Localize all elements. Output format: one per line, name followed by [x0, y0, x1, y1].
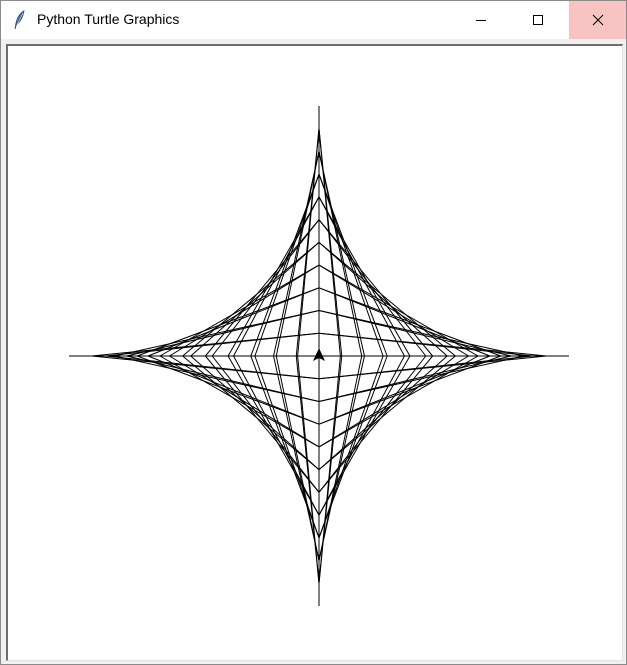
- window-title: Python Turtle Graphics: [37, 11, 180, 27]
- grid-line: [318, 355, 363, 561]
- grid-line: [254, 174, 320, 357]
- astroid-drawing: [69, 106, 569, 606]
- grid-line: [169, 355, 320, 448]
- grid-line: [126, 310, 320, 357]
- grid-line: [190, 241, 320, 357]
- close-button[interactable]: [569, 1, 626, 39]
- envelope-line: [318, 355, 456, 471]
- grid-line: [318, 310, 512, 357]
- grid-line: [318, 355, 405, 516]
- grid-line: [275, 151, 320, 357]
- grid-line: [318, 241, 448, 357]
- grid-line: [275, 355, 320, 561]
- turtle-window: Python Turtle Graphics: [0, 0, 627, 665]
- minimize-icon: [476, 20, 486, 21]
- title-bar[interactable]: Python Turtle Graphics: [1, 1, 626, 39]
- grid-line: [318, 196, 405, 357]
- grid-line: [233, 355, 320, 516]
- close-icon: [592, 14, 603, 26]
- envelope-line: [137, 287, 320, 357]
- envelope-line: [137, 355, 320, 425]
- grid-line: [126, 355, 320, 402]
- feather-icon: [14, 10, 25, 30]
- grid-line: [190, 355, 320, 471]
- envelope-line: [182, 355, 320, 471]
- grid-line: [318, 264, 469, 357]
- grid-line: [254, 355, 320, 538]
- maximize-icon: [533, 15, 543, 25]
- envelope-line: [182, 241, 320, 357]
- grid-line: [318, 151, 363, 357]
- grid-line: [169, 264, 320, 357]
- grid-line: [318, 174, 384, 357]
- turtle-canvas[interactable]: [6, 44, 623, 661]
- grid-line: [318, 355, 469, 448]
- grid-line: [233, 196, 320, 357]
- grid-line: [318, 355, 512, 402]
- envelope-line: [318, 287, 501, 357]
- grid-line: [318, 355, 448, 471]
- minimize-button[interactable]: [453, 1, 509, 39]
- grid-line: [318, 355, 384, 538]
- envelope-line: [318, 355, 501, 425]
- maximize-button[interactable]: [510, 1, 566, 39]
- envelope-line: [318, 241, 456, 357]
